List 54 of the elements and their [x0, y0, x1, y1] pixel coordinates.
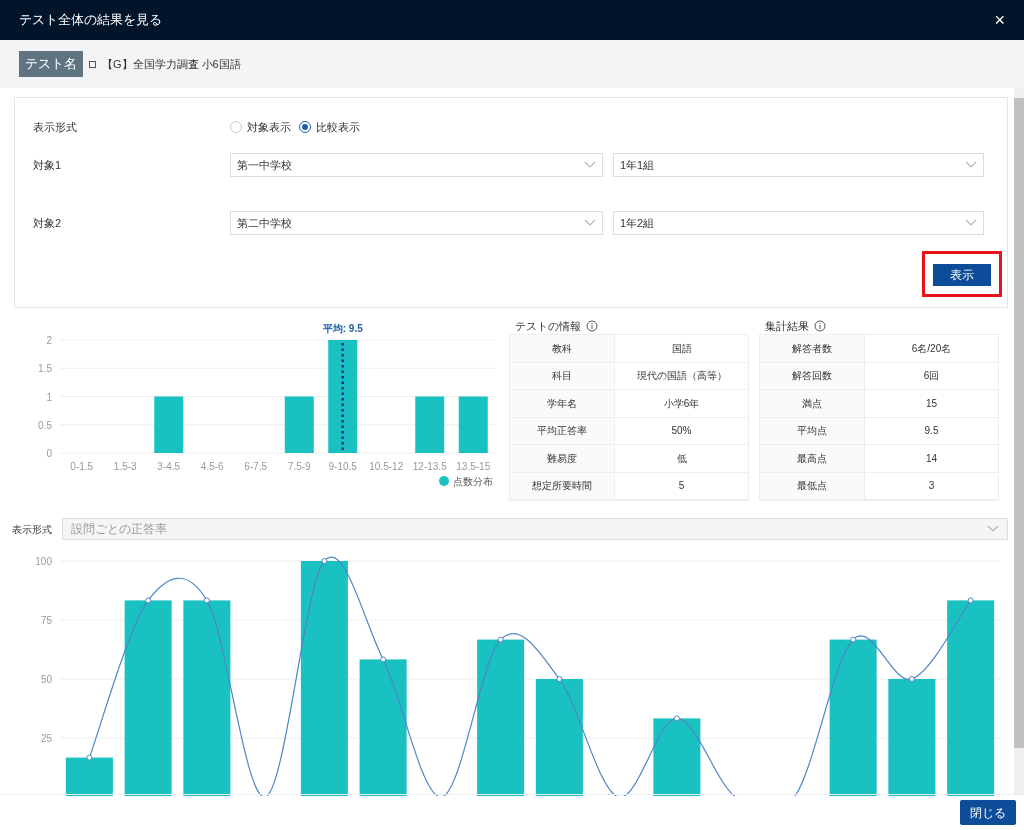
table-cell-text: 6名/20名	[910, 341, 953, 356]
axis-tick-label: 1.5	[38, 363, 52, 375]
table-title: 集計結果	[765, 318, 809, 334]
table-cell-text: 50%	[670, 424, 693, 439]
window-title: テスト全体の結果を見る	[19, 11, 162, 30]
category-label: 1.5-3	[113, 461, 137, 472]
table-cell: 解答者数	[760, 335, 865, 362]
table-cell: 平均点	[760, 417, 865, 444]
axis-tick-label: 75	[40, 615, 52, 626]
table-cell: 満点	[760, 390, 865, 417]
axis-tick-label: 100	[35, 556, 52, 567]
legend-label: 点数分布	[453, 476, 493, 487]
test-name-label: テスト名	[19, 51, 83, 77]
table-cell: 平均正答率	[510, 417, 615, 444]
category-label: 0-1.5	[70, 461, 94, 472]
table-cell-text: 低	[675, 451, 688, 466]
axis-tick-label: 50	[40, 674, 52, 685]
table-cell: 解答回数	[760, 362, 865, 389]
table-cell: 学年名	[510, 390, 615, 417]
field-label: 表示形式	[12, 522, 53, 537]
table-cell: 想定所要時間	[510, 472, 615, 499]
table-cell-text: 14	[924, 451, 939, 466]
table-cell-text: 国語	[670, 341, 693, 356]
table-cell: 最低点	[760, 472, 865, 499]
table-cell: 難易度	[510, 445, 615, 472]
axis-tick-label: 2	[46, 335, 52, 346]
axis-tick-label: 1	[46, 391, 52, 403]
category-label: 6-7.5	[244, 461, 268, 472]
table-cell-text: 15	[924, 396, 939, 411]
field-label: 表示形式	[33, 119, 78, 135]
mean-label: 平均: 9.5	[322, 323, 363, 334]
field-label: 対象1	[33, 157, 63, 173]
category-label: 13.5-15	[456, 461, 491, 472]
table-cell: 最高点	[760, 445, 865, 472]
category-label: 10.5-12	[369, 461, 404, 472]
table-cell-text: 小学6年	[662, 396, 701, 411]
table-cell-text: 6回	[922, 369, 941, 384]
field-label: 対象2	[33, 215, 63, 231]
axis-tick-label: 0.5	[38, 419, 52, 431]
category-label: 4.5-6	[200, 461, 224, 472]
table-cell-text: 9.5	[923, 424, 940, 439]
category-label: 9-10.5	[328, 461, 357, 472]
table-cell-text: 3	[927, 479, 936, 494]
table-cell-text: 現代の国語（高等）	[635, 369, 728, 384]
axis-tick-label: 0	[46, 448, 52, 459]
category-label: 12-13.5	[412, 461, 447, 472]
table-title: テストの情報	[515, 318, 581, 334]
axis-tick-label: 25	[40, 733, 52, 744]
table-cell: 科目	[510, 362, 615, 389]
table-cell-text: 5	[677, 479, 686, 494]
category-label: 3-4.5	[157, 461, 181, 472]
table-cell: 教科	[510, 335, 615, 362]
category-label: 7.5-9	[287, 461, 311, 472]
test-name: 【G】全国学力調査 小6国語	[102, 56, 241, 72]
